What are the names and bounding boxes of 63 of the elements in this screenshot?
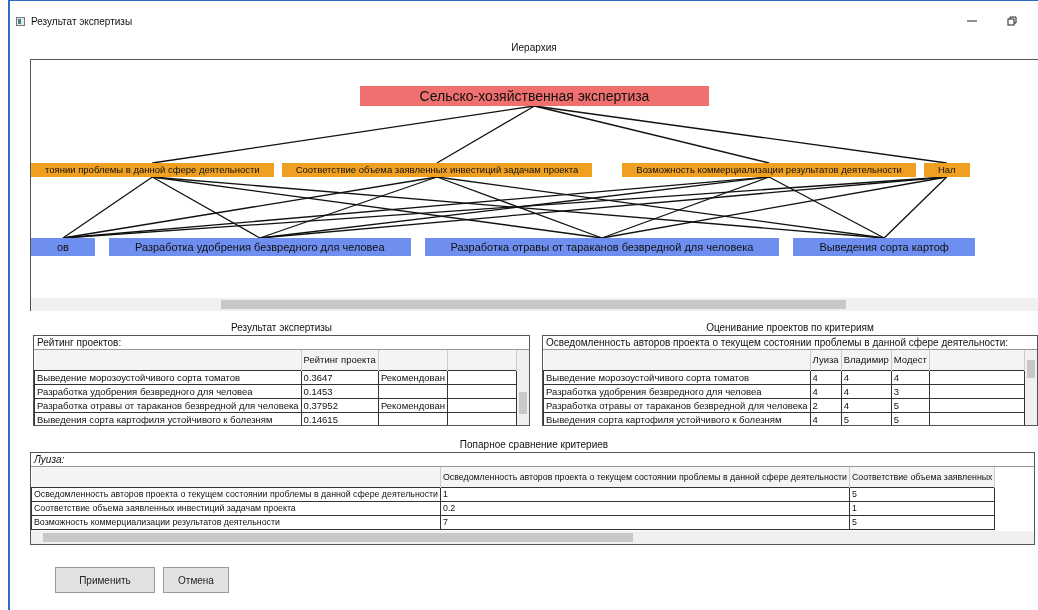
criterion-node: тоянии проблемы в данной сфере деятельности	[31, 163, 274, 177]
cancel-button[interactable]: Отмена	[163, 567, 229, 593]
row-header: Разработка отравы от тараканов безвредной для человека	[34, 398, 302, 413]
table-cell: Рекомендован	[378, 398, 448, 413]
row-header: Возможность коммерциализации результатов деятельности	[31, 515, 441, 530]
criterion-node: Соответствие объема заявленных инвестиций задачам проекта	[281, 163, 593, 177]
project-node: Разработка удобрения безвредного для человеа	[108, 238, 411, 256]
table-cell: 5	[891, 398, 930, 413]
vertical-scrollbar[interactable]	[1025, 350, 1037, 425]
table-cell: 5	[891, 412, 930, 425]
table-cell: 4	[810, 412, 842, 425]
row-header: Разработка удобрения безвредного для человеа	[543, 384, 811, 399]
row-header: Осведомленность авторов проекта о текущем состоянии проблемы в данной сфере деятельности	[31, 487, 441, 502]
apply-button[interactable]: Применить	[55, 567, 155, 593]
column-header[interactable]: Владимир	[841, 350, 892, 371]
table-cell: Рекомендован	[378, 370, 448, 385]
horizontal-scrollbar[interactable]	[31, 298, 1038, 311]
criterion-node: Возможность коммерциализации результатов деятельности	[622, 163, 916, 177]
table-cell: 4	[841, 398, 892, 413]
table-cell: 5	[849, 515, 995, 530]
project-node: ов	[31, 238, 95, 256]
row-header: Разработка удобрения безвредного для человеа	[34, 384, 302, 399]
table-cell: 5	[849, 487, 995, 502]
table-cell: 0.3647	[301, 370, 379, 385]
row-header: Разработка отравы от тараканов безвредной для человека	[543, 398, 811, 413]
column-header[interactable]: Осведомленность авторов проекта о текущем состоянии проблемы в данной сфере деятельности	[440, 467, 850, 488]
column-header[interactable]: Соответствие объема заявленных	[849, 467, 995, 488]
table-cell: 4	[810, 384, 842, 399]
table-cell: 1	[849, 501, 995, 516]
column-header[interactable]: Модест	[891, 350, 930, 371]
table-cell: 5	[841, 412, 892, 425]
panel-title: Иерархия	[510, 41, 558, 55]
table-cell: 0.1453	[301, 384, 379, 399]
panel-title: Результат экспертизы	[229, 321, 334, 335]
vertical-scrollbar[interactable]	[517, 350, 529, 425]
column-header[interactable]: Рейтинг проекта	[301, 350, 379, 371]
table-cell: 0.2	[440, 501, 850, 516]
table-cell: 4	[841, 384, 892, 399]
row-header: Выведение морозоустойчивого сорта томатов	[34, 370, 302, 385]
row-header: Выведения сорта картофиля устойчивого к болезням	[34, 412, 302, 425]
table-cell: 4	[891, 370, 930, 385]
restore-icon[interactable]	[1006, 15, 1018, 27]
project-node: Разработка отравы от тараканов безвредной для человека	[424, 238, 780, 256]
goal-node: Сельско-хозяйственная экспертиза	[359, 86, 710, 106]
column-header[interactable]: Луиза	[810, 350, 842, 371]
panel-title: Попарное сравнение критериев	[458, 438, 610, 452]
table-cell: 3	[891, 384, 930, 399]
horizontal-scrollbar[interactable]	[31, 531, 1034, 544]
row-header: Выведение морозоустойчивого сорта томатов	[543, 370, 811, 385]
panel-title: Оценивание проектов по критериям	[705, 321, 875, 335]
table-cell: 0.14615	[301, 412, 379, 425]
criterion-node: Нал	[923, 163, 970, 177]
project-node: Выведения сорта картоф	[793, 238, 975, 256]
window-title: Результат экспертизы	[31, 14, 133, 29]
row-header: Соответствие объема заявленных инвестиций задачам проекта	[31, 501, 441, 516]
table-cell: 4	[810, 370, 842, 385]
app-icon	[16, 16, 25, 26]
row-header: Выведения сорта картофиля устойчивого к болезням	[543, 412, 811, 425]
table-cell: 7	[440, 515, 850, 530]
table-cell: 0.37952	[301, 398, 379, 413]
table-cell: 1	[440, 487, 850, 502]
table-cell: 2	[810, 398, 842, 413]
table-cell: 4	[841, 370, 892, 385]
